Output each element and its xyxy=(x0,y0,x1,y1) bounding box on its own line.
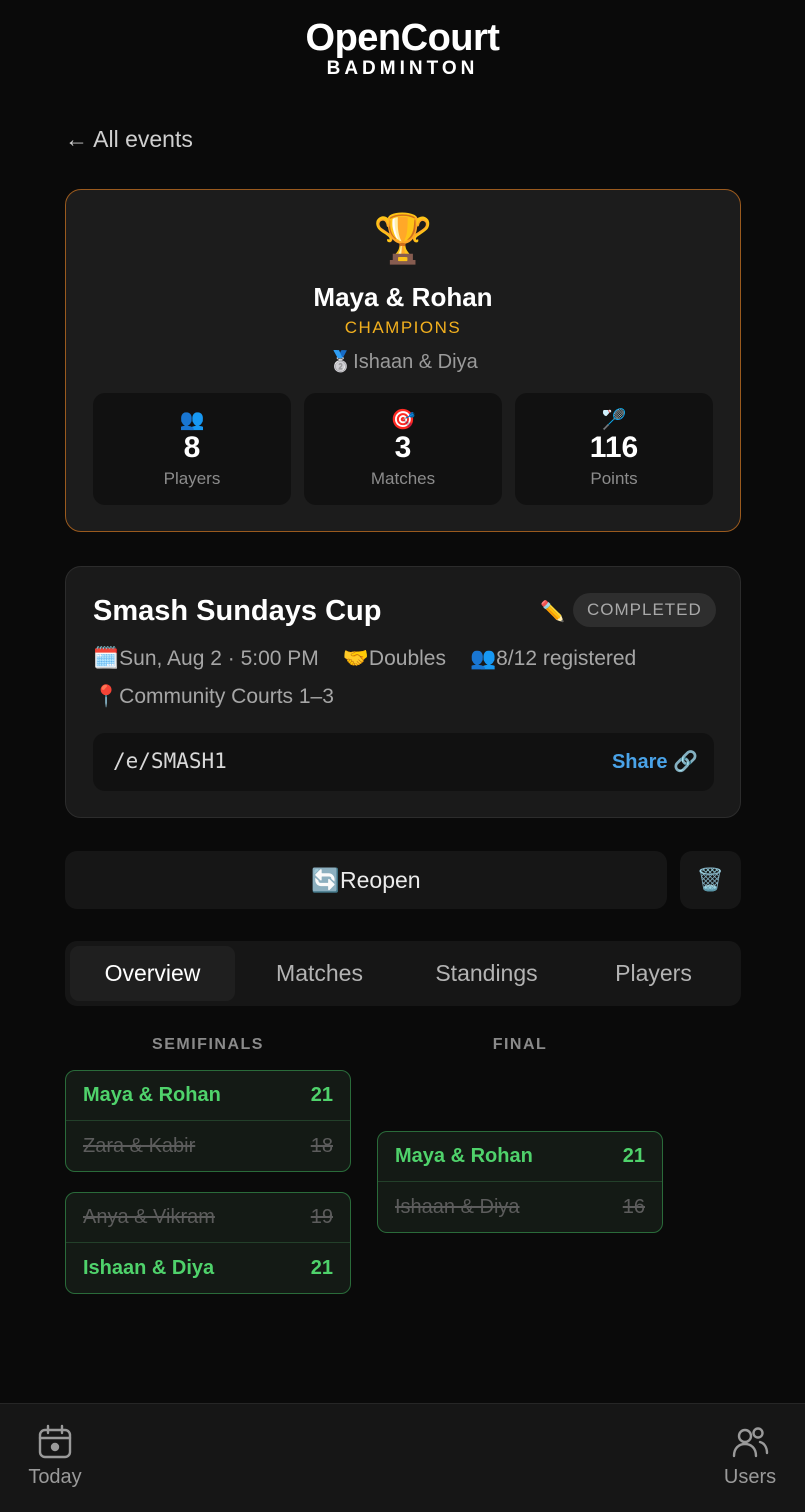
match-card-semifinal-1[interactable]: Maya & Rohan 21 Zara & Kabir 18 xyxy=(65,1070,351,1172)
stat-points: 🏸 116 Points xyxy=(515,393,713,505)
edit-icon[interactable]: ✏️ xyxy=(540,599,565,624)
tab-standings[interactable]: Standings xyxy=(404,946,569,1001)
tab-players[interactable]: Players xyxy=(571,946,736,1001)
team-name: Ishaan & Diya xyxy=(395,1195,520,1218)
event-format: 🤝Doubles xyxy=(342,647,446,670)
status-badge: COMPLETED xyxy=(573,593,716,627)
tab-overview[interactable]: Overview xyxy=(70,946,235,1001)
stat-value: 8 xyxy=(183,431,201,464)
match-team-row: Maya & Rohan 21 xyxy=(66,1071,350,1121)
stat-label: Points xyxy=(590,469,638,488)
match-team-row: Zara & Kabir 18 xyxy=(66,1121,350,1171)
champions-card: 🏆 Maya & Rohan CHAMPIONS 🥈Ishaan & Diya … xyxy=(65,189,741,532)
logo-title: OpenCourt xyxy=(305,17,500,59)
trash-icon[interactable]: 🗑️ xyxy=(680,851,741,909)
team-score: 16 xyxy=(622,1195,645,1218)
event-registered: 👥8/12 registered xyxy=(469,647,637,670)
match-team-row: Ishaan & Diya 21 xyxy=(66,1243,350,1293)
team-name: Maya & Rohan xyxy=(395,1145,533,1167)
nav-label: Users xyxy=(723,1466,777,1488)
round-label-semifinals: SEMIFINALS xyxy=(152,1036,264,1053)
players-icon: 👥 xyxy=(179,409,205,431)
team-name: Maya & Rohan xyxy=(83,1084,221,1106)
trophy-icon: 🏆 xyxy=(373,213,433,266)
match-card-final[interactable]: Maya & Rohan 21 Ishaan & Diya 16 xyxy=(377,1131,663,1233)
stat-matches: 🎯 3 Matches xyxy=(304,393,502,505)
stat-players: 👥 8 Players xyxy=(93,393,291,505)
target-icon: 🎯 xyxy=(390,409,416,431)
stat-label: Players xyxy=(163,469,221,488)
match-card-semifinal-2[interactable]: Anya & Vikram 19 Ishaan & Diya 21 xyxy=(65,1192,351,1294)
nav-users[interactable]: Users xyxy=(705,1424,795,1489)
champions-label: CHAMPIONS xyxy=(344,318,462,337)
team-score: 21 xyxy=(310,1256,333,1279)
round-label-final: FINAL xyxy=(492,1036,548,1053)
tab-matches[interactable]: Matches xyxy=(237,946,402,1001)
logo-subtitle: BADMINTON xyxy=(326,58,479,79)
team-name: Anya & Vikram xyxy=(83,1206,215,1228)
share-link-box: /e/SMASH1 Share 🔗 xyxy=(93,733,714,791)
stat-label: Matches xyxy=(370,469,436,488)
tab-bar: Overview Matches Standings Players xyxy=(65,941,741,1006)
runner-up: 🥈Ishaan & Diya xyxy=(328,351,478,373)
event-details-card: Smash Sundays Cup ✏️ COMPLETED 🗓️Sun, Au… xyxy=(65,566,741,818)
users-icon xyxy=(732,1427,769,1458)
nav-today[interactable]: Today xyxy=(10,1424,100,1489)
bottom-nav: Today Users xyxy=(0,1403,805,1512)
team-score: 19 xyxy=(310,1206,333,1228)
calendar-icon xyxy=(38,1424,72,1459)
team-name: Ishaan & Diya xyxy=(83,1256,215,1279)
match-team-row: Anya & Vikram 19 xyxy=(66,1193,350,1243)
nav-label: Today xyxy=(28,1466,82,1488)
share-button[interactable]: Share 🔗 xyxy=(612,749,698,774)
event-title: Smash Sundays Cup xyxy=(93,595,382,627)
event-meta-row: 🗓️Sun, Aug 2 · 5:00 PM 🤝Doubles 👥8/12 regi… xyxy=(93,647,660,671)
reopen-button[interactable]: 🔄Reopen xyxy=(65,851,667,909)
team-score: 21 xyxy=(310,1084,333,1106)
team-score: 18 xyxy=(310,1134,333,1157)
team-score: 21 xyxy=(622,1145,645,1167)
match-team-row: Maya & Rohan 21 xyxy=(378,1132,662,1182)
team-name: Zara & Kabir xyxy=(83,1134,196,1157)
match-team-row: Ishaan & Diya 16 xyxy=(378,1182,662,1232)
app-logo: OpenCourt BADMINTON xyxy=(0,18,805,80)
event-location: 📍Community Courts 1–3 xyxy=(93,685,334,708)
champion-team: Maya & Rohan xyxy=(313,282,493,312)
stat-value: 3 xyxy=(394,431,412,464)
event-date: 🗓️Sun, Aug 2 · 5:00 PM xyxy=(93,647,319,670)
back-to-events-link[interactable]: ← All events xyxy=(65,126,193,153)
stat-value: 116 xyxy=(589,431,639,464)
shuttlecock-icon: 🏸 xyxy=(601,409,627,431)
share-code: /e/SMASH1 xyxy=(113,749,227,773)
